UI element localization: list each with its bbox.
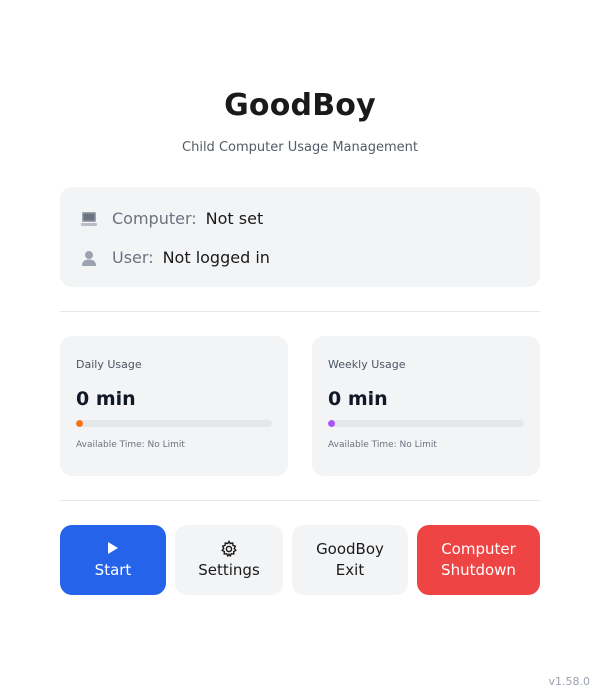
weekly-usage-label: Weekly Usage (328, 358, 406, 371)
user-info-row: User: Not logged in (80, 248, 270, 267)
gear-icon (220, 539, 238, 558)
weekly-available-time: Available Time: No Limit (328, 440, 437, 450)
weekly-usage-progress-fill (328, 420, 335, 427)
app-title: GoodBoy (224, 88, 376, 123)
start-button[interactable]: Start (60, 525, 166, 595)
computer-value: Not set (205, 209, 264, 228)
daily-usage-progress-fill (76, 420, 83, 427)
settings-button-label: Settings (198, 560, 260, 579)
computer-icon (80, 210, 98, 228)
user-icon (80, 249, 98, 267)
user-label: User: (112, 248, 154, 267)
start-button-label: Start (94, 560, 132, 579)
play-icon (107, 540, 119, 558)
weekly-usage-progress-bar (328, 420, 524, 427)
goodboy-exit-button[interactable]: GoodBoy Exit (292, 525, 408, 595)
exit-button-label-line1: GoodBoy (316, 540, 384, 558)
info-card: Computer: Not set User: Not logged in (60, 187, 540, 287)
exit-button-label-line2: Exit (335, 561, 365, 579)
app-subtitle: Child Computer Usage Management (182, 140, 418, 155)
divider (60, 311, 540, 312)
version-label: v1.58.0 (548, 675, 591, 688)
computer-info-row: Computer: Not set (80, 209, 263, 228)
daily-available-time: Available Time: No Limit (76, 440, 185, 450)
shutdown-button-label-line2: Shutdown (441, 561, 516, 579)
computer-shutdown-button[interactable]: Computer Shutdown (417, 525, 540, 595)
weekly-usage-value: 0 min (328, 388, 388, 410)
user-value: Not logged in (162, 248, 270, 267)
daily-usage-label: Daily Usage (76, 358, 142, 371)
daily-usage-progress-bar (76, 420, 272, 427)
settings-button[interactable]: Settings (175, 525, 283, 595)
computer-label: Computer: (112, 209, 197, 228)
daily-usage-value: 0 min (76, 388, 136, 410)
divider (60, 500, 540, 501)
weekly-usage-card: Weekly Usage 0 min Available Time: No Li… (312, 336, 540, 476)
shutdown-button-label-line1: Computer (441, 540, 516, 558)
daily-usage-card: Daily Usage 0 min Available Time: No Lim… (60, 336, 288, 476)
